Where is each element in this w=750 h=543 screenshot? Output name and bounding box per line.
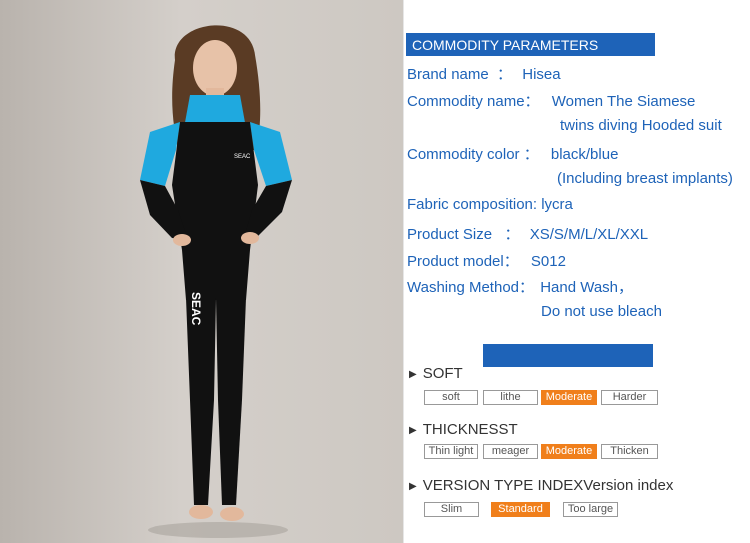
commodity-color-row: Commodity color ： black/blue xyxy=(407,143,618,164)
product-model-label: Product model： xyxy=(407,253,519,270)
brand-name-value: Hisea xyxy=(522,66,561,83)
vertical-divider xyxy=(403,0,404,543)
header-title: COMMODITY PARAMETERS xyxy=(412,37,599,53)
brand-name-label: Brand name ： xyxy=(407,66,513,83)
product-model-row: Product model： S012 xyxy=(407,250,566,271)
soft-option-lithe: lithe xyxy=(483,390,538,405)
triangle-right-icon: ▶ xyxy=(409,481,417,492)
commodity-name-value-1: Women The Siamese xyxy=(551,93,696,110)
commodity-color-value-1: black/blue xyxy=(550,146,619,163)
product-size-row: Product Size ： XS/S/M/L/XL/XXL xyxy=(407,223,648,244)
product-size-label: Product Size ： xyxy=(407,226,520,243)
soft-option-moderate-selected: Moderate xyxy=(541,390,597,405)
version-title: VERSION TYPE INDEXVersion index xyxy=(422,477,674,494)
washing-method-row: Washing Method： Hand Wash， xyxy=(407,276,633,297)
commodity-name-row: Commodity name： Women The Siamese xyxy=(407,90,695,111)
commodity-name-value-2: twins diving Hooded suit xyxy=(560,117,722,134)
soft-title: SOFT xyxy=(422,365,463,382)
washing-method-label: Washing Method： xyxy=(407,279,535,296)
product-model-value: S012 xyxy=(530,253,566,270)
soft-option-soft: soft xyxy=(424,390,478,405)
triangle-right-icon: ▶ xyxy=(409,425,417,436)
suit-chest-logo: SEAC xyxy=(234,154,251,160)
suit-leg-logo: SEAC xyxy=(189,292,203,326)
soft-section-title: ▶ SOFT xyxy=(409,365,463,382)
thickness-option-moderate-selected: Moderate xyxy=(541,444,597,459)
triangle-right-icon: ▶ xyxy=(409,369,417,380)
product-photo: SEAC SEAC xyxy=(0,0,403,543)
commodity-parameters-header: COMMODITY PARAMETERS xyxy=(406,33,655,56)
version-option-standard-selected: Standard xyxy=(491,502,550,517)
washing-method-value-1: Hand Wash， xyxy=(540,279,634,296)
thickness-title: THICKNESST xyxy=(422,421,518,438)
commodity-name-label: Commodity name： xyxy=(407,93,540,110)
product-size-value: XS/S/M/L/XL/XXL xyxy=(529,226,649,243)
soft-option-harder: Harder xyxy=(601,390,658,405)
washing-method-value-2: Do not use bleach xyxy=(541,303,662,320)
brand-name-row: Brand name ： Hisea xyxy=(407,63,561,84)
commodity-color-label: Commodity color ： xyxy=(407,146,539,163)
version-section-title: ▶ VERSION TYPE INDEXVersion index xyxy=(409,477,673,494)
section-divider-bar xyxy=(483,344,653,367)
thickness-section-title: ▶ THICKNESST xyxy=(409,421,518,438)
version-option-too-large: Too large xyxy=(563,502,618,517)
thickness-option-meager: meager xyxy=(483,444,538,459)
thickness-option-thin-light: Thin light xyxy=(424,444,478,459)
version-option-slim: Slim xyxy=(424,502,479,517)
thickness-option-thicken: Thicken xyxy=(601,444,658,459)
model-wearing-wetsuit-image: SEAC SEAC xyxy=(140,25,292,538)
commodity-color-value-2: (Including breast implants) xyxy=(557,170,733,187)
fabric-composition: Fabric composition: lycra xyxy=(407,196,573,213)
